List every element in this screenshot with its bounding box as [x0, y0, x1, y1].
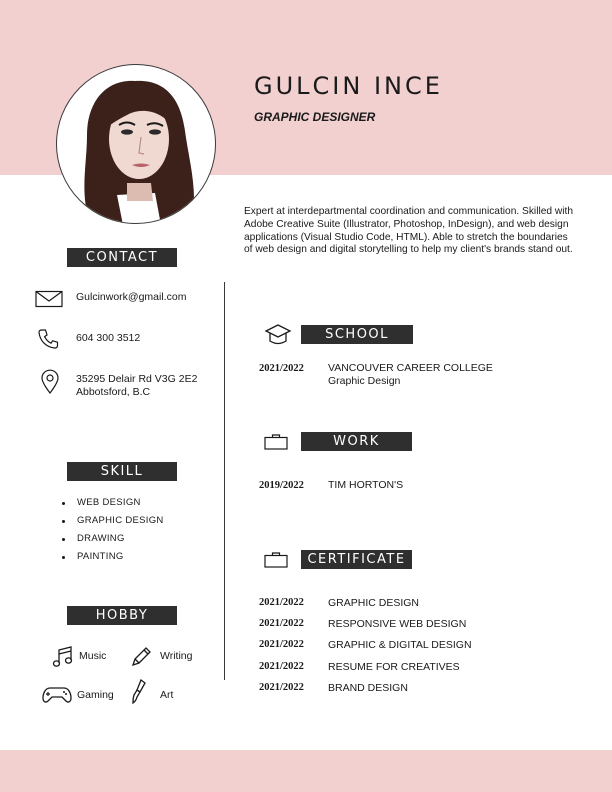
hobby-label-gaming: Gaming	[77, 689, 114, 701]
work-heading: WORK	[301, 432, 412, 451]
job-title: GRAPHIC DESIGNER	[254, 110, 376, 124]
briefcase-icon	[264, 552, 288, 568]
avatar	[56, 64, 216, 224]
gamepad-icon	[42, 687, 72, 703]
skill-item: PAINTING	[60, 551, 164, 569]
skill-list: WEB DESIGN GRAPHIC DESIGN DRAWING PAINTI…	[60, 497, 164, 569]
music-note-icon	[52, 646, 73, 667]
skill-item: DRAWING	[60, 533, 164, 551]
portrait-illustration	[84, 80, 194, 223]
school-heading: SCHOOL	[301, 325, 413, 344]
certificate-year: 2021/2022	[259, 618, 304, 629]
full-name: GULCIN INCE	[254, 72, 443, 100]
column-divider	[224, 282, 225, 680]
certificate-year: 2021/2022	[259, 682, 304, 693]
school-year: 2021/2022	[259, 363, 304, 374]
paintbrush-icon	[132, 679, 146, 705]
hobby-heading: HOBBY	[67, 606, 177, 625]
profile-summary: Expert at interdepartmental coordination…	[244, 206, 574, 256]
certificate-year: 2021/2022	[259, 597, 304, 608]
graduation-cap-icon	[264, 324, 292, 345]
skill-item: GRAPHIC DESIGN	[60, 515, 164, 533]
hobby-label-art: Art	[160, 689, 174, 701]
footer-band	[0, 750, 612, 792]
contact-email[interactable]: Gulcinwork@gmail.com	[76, 291, 186, 304]
school-program: Graphic Design	[328, 375, 401, 387]
certificate-name: RESUME FOR CREATIVES	[328, 661, 460, 673]
contact-address-line1: 35295 Delair Rd V3G 2E2	[76, 373, 198, 385]
work-year: 2019/2022	[259, 480, 304, 491]
certificate-year: 2021/2022	[259, 661, 304, 672]
location-pin-icon	[41, 369, 59, 394]
certificate-name: GRAPHIC DESIGN	[328, 597, 420, 609]
skill-item: WEB DESIGN	[60, 497, 164, 515]
briefcase-icon	[264, 434, 288, 450]
certificate-heading: CERTIFICATE	[301, 550, 412, 569]
certificate-name: RESPONSIVE WEB DESIGN	[328, 618, 467, 630]
contact-heading: CONTACT	[67, 248, 177, 267]
certificate-name: GRAPHIC & DIGITAL DESIGN	[328, 639, 472, 651]
contact-address-line2: Abbotsford, B.C	[76, 386, 151, 398]
hobby-label-writing: Writing	[160, 650, 193, 662]
contact-phone[interactable]: 604 300 3512	[76, 332, 140, 345]
hobby-label-music: Music	[79, 650, 107, 662]
pen-icon	[131, 647, 151, 667]
phone-icon	[38, 329, 59, 349]
certificate-name: BRAND DESIGN	[328, 682, 408, 694]
skill-heading: SKILL	[67, 462, 177, 481]
school-name: VANCOUVER CAREER COLLEGE	[328, 362, 493, 374]
certificate-year: 2021/2022	[259, 639, 304, 650]
work-employer: TIM HORTON'S	[328, 479, 404, 491]
envelope-icon	[35, 290, 63, 308]
